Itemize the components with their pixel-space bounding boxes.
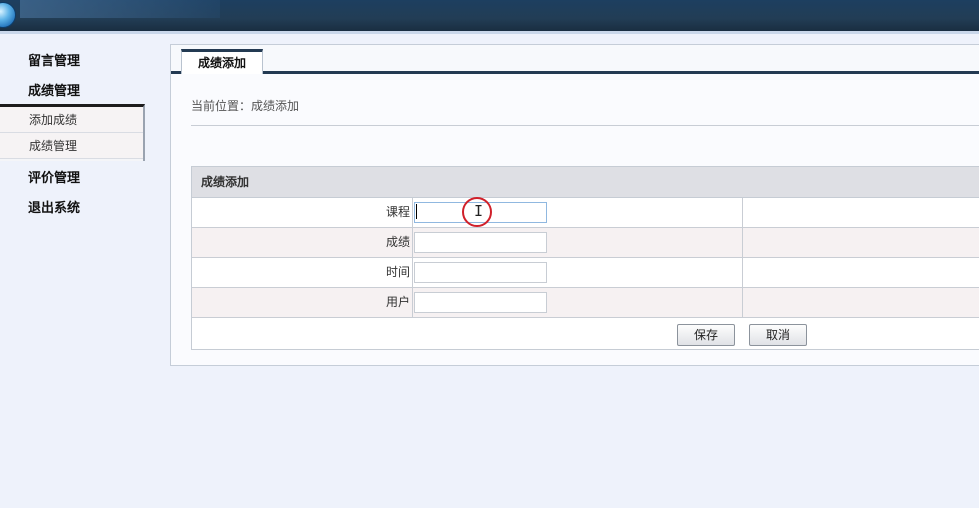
form-row-score: 成绩: [192, 228, 979, 258]
main-panel: 成绩添加 当前位置：成绩添加 成绩添加 课程 成绩 时间 用户 保存 取消: [170, 44, 979, 366]
time-label: 时间: [192, 258, 413, 287]
divider: [191, 125, 979, 126]
user-label: 用户: [192, 288, 413, 317]
sidebar-item-grades[interactable]: 成绩管理: [28, 80, 80, 99]
form-row-time: 时间: [192, 258, 979, 288]
score-input[interactable]: [414, 232, 547, 253]
logo-icon: [0, 2, 16, 28]
tab-add-grade[interactable]: 成绩添加: [181, 49, 263, 74]
form-actions: 保存 取消: [192, 318, 979, 349]
form-title: 成绩添加: [192, 167, 979, 198]
submenu-grades: 添加成绩 成绩管理: [0, 104, 145, 161]
ibeam-cursor-icon: I: [474, 202, 484, 220]
sidebar-item-reviews[interactable]: 评价管理: [28, 167, 80, 186]
submenu-item-add-grade[interactable]: 添加成绩: [0, 107, 143, 133]
course-label: 课程: [192, 198, 413, 227]
grade-form: 成绩添加 课程 成绩 时间 用户 保存 取消: [191, 166, 979, 350]
score-label: 成绩: [192, 228, 413, 257]
cancel-button[interactable]: 取消: [749, 324, 807, 346]
tab-bar: 成绩添加: [171, 45, 979, 74]
text-caret: [416, 204, 417, 219]
form-row-user: 用户: [192, 288, 979, 318]
sidebar-item-messages[interactable]: 留言管理: [28, 50, 80, 69]
time-input[interactable]: [414, 262, 547, 283]
sidebar-item-logout[interactable]: 退出系统: [28, 197, 80, 216]
top-banner: [0, 0, 979, 34]
submenu-item-manage-grades[interactable]: 成绩管理: [0, 133, 143, 159]
breadcrumb: 当前位置：成绩添加: [191, 99, 300, 113]
banner-title-area: [20, 0, 220, 18]
save-button[interactable]: 保存: [677, 324, 735, 346]
form-row-course: 课程: [192, 198, 979, 228]
user-input[interactable]: [414, 292, 547, 313]
banner-divider: [0, 31, 979, 34]
